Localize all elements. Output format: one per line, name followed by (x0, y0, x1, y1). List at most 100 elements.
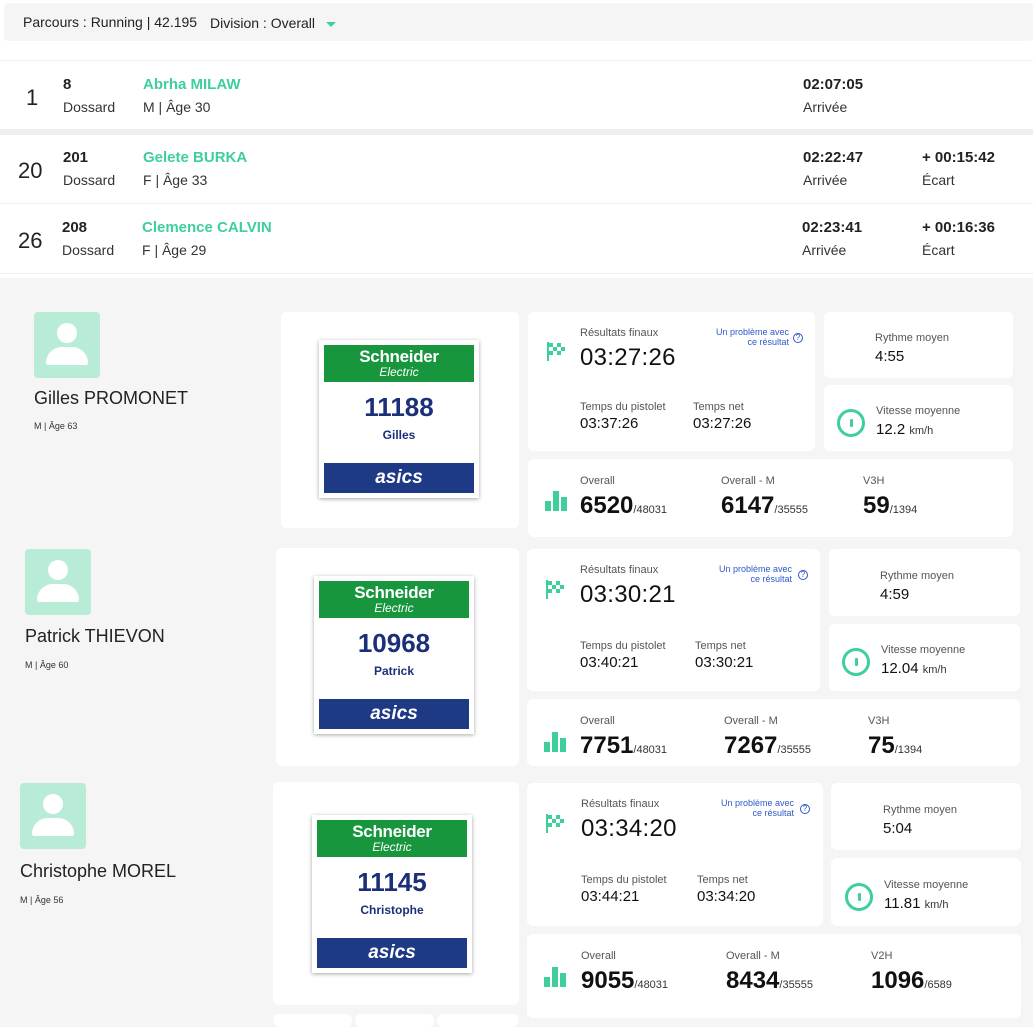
divider (0, 273, 1033, 274)
gender-rank: 6147 (721, 492, 775, 519)
gender-total: /35555 (779, 979, 814, 991)
overall-label: Overall (580, 475, 615, 487)
overall-rank: 9055 (581, 967, 635, 994)
net-time: 03:34:20 (697, 888, 756, 905)
bar-chart-icon (544, 965, 566, 987)
race-bib: Schneider Electric 11188 Gilles asics (319, 340, 479, 498)
gender-rank: 8434 (726, 967, 780, 994)
final-results-label: Résultats finaux (581, 798, 660, 810)
bib-first-name: Patrick (373, 664, 415, 678)
division-label: Division : (210, 15, 267, 31)
division-value: Overall (270, 15, 316, 31)
gap-label: Écart (922, 242, 955, 258)
sponsor-footer: asics (324, 463, 474, 493)
checkered-flag-icon (546, 814, 564, 833)
gender-total: /35555 (777, 744, 812, 756)
gender-total: /35555 (774, 504, 809, 516)
gender-rank: 7267 (724, 732, 778, 759)
gun-time-label: Temps du pistolet (580, 640, 666, 652)
help-icon[interactable]: ? (793, 333, 803, 343)
overall-label: Overall (580, 715, 615, 727)
bar-chart-icon (545, 489, 567, 511)
finish-time: 02:07:05 (803, 76, 864, 93)
gap-label: Écart (922, 172, 955, 188)
speed-value: 11.81 (884, 895, 921, 912)
rankings-card: Overall 9055/48031 Overall - M 8434/3555… (527, 934, 1021, 1018)
division-dropdown[interactable]: Division : Overall (210, 15, 336, 31)
final-results-label: Résultats finaux (580, 327, 659, 339)
checkered-flag-icon (547, 342, 565, 361)
leaderboard-row[interactable]: 26 208 Dossard Clemence CALVIN F | Âge 2… (0, 204, 1033, 273)
speedometer-icon (842, 648, 870, 676)
bib-card: Schneider Electric 11188 Gilles asics (281, 312, 519, 528)
bib-number: 10968 (357, 628, 431, 658)
sponsor-sub: Electric (379, 365, 419, 379)
gun-time: 03:37:26 (580, 415, 639, 432)
pace-label: Rythme moyen (880, 570, 954, 582)
net-time-label: Temps net (697, 874, 748, 886)
report-problem-link[interactable]: Un problème avec ce résultat (716, 798, 794, 818)
report-problem-link[interactable]: Un problème avec ce résultat (711, 327, 789, 347)
runner-name-link[interactable]: Abrha MILAW (143, 76, 241, 93)
pace-card: Rythme moyen 4:59 (829, 549, 1020, 616)
runner-name-link[interactable]: Gelete BURKA (143, 149, 247, 166)
speed-label: Vitesse moyenne (876, 405, 961, 417)
report-problem-link[interactable]: Un problème avec ce résultat (714, 564, 792, 584)
speed-unit: km/h (909, 425, 934, 437)
sponsor-sub: Electric (374, 601, 414, 615)
gun-time: 03:40:21 (580, 654, 639, 671)
net-time: 03:27:26 (693, 415, 752, 432)
sponsor-banner: Schneider Electric (317, 820, 467, 857)
gender-rank-label: Overall - M (724, 715, 778, 727)
finish-time: 02:23:41 (802, 219, 863, 236)
leaderboard-row[interactable]: 20 201 Dossard Gelete BURKA F | Âge 33 0… (0, 135, 1033, 203)
runner-meta: M | Âge 30 (143, 99, 211, 115)
finish-time: 02:22:47 (803, 149, 864, 166)
speed-card: Vitesse moyenne 12.2 km/h (824, 385, 1013, 451)
bib-number: 8 (63, 76, 72, 93)
parcours-filter[interactable]: Parcours : Running | 42.195 (23, 14, 197, 30)
finish-label: Arrivée (803, 99, 848, 115)
category-rank: 59 (863, 492, 890, 519)
category-label: V2H (871, 950, 893, 962)
gender-rank-label: Overall - M (721, 475, 775, 487)
runner-card: Patrick THIEVON M | Âge 60 Schneider Ele… (0, 548, 1033, 766)
bib-label: Dossard (62, 242, 115, 258)
pace-label: Rythme moyen (883, 804, 957, 816)
help-icon[interactable]: ? (798, 570, 808, 580)
sponsor-sub: Electric (372, 840, 412, 854)
avatar (20, 783, 86, 849)
rankings-card: Overall 6520/48031 Overall - M 6147/3555… (528, 459, 1013, 537)
bib-first-name: Gilles (382, 428, 416, 442)
runner-meta: M | Âge 63 (34, 421, 78, 431)
final-results-card: Résultats finaux Un problème avec ce rés… (527, 783, 823, 926)
pace-value: 5:04 (883, 820, 913, 837)
overall-rank: 6520 (580, 492, 634, 519)
bib-label: Dossard (63, 99, 116, 115)
race-bib: Schneider Electric 11145 Christophe asic… (312, 815, 472, 973)
speedometer-icon (837, 409, 865, 437)
speed-unit: km/h (924, 899, 949, 911)
final-time: 03:34:20 (581, 815, 677, 842)
pace-value: 4:59 (880, 586, 910, 603)
category-total: /6589 (924, 979, 952, 991)
speedometer-icon (845, 883, 873, 911)
bib-first-name: Christophe (360, 903, 424, 917)
bar-chart-icon (544, 730, 566, 752)
sponsor-name: Schneider (354, 583, 434, 602)
runner-name-link[interactable]: Clemence CALVIN (142, 219, 272, 236)
help-icon[interactable]: ? (800, 804, 810, 814)
bib-card: Schneider Electric 10968 Patrick asics (276, 548, 519, 766)
sponsor-banner: Schneider Electric (319, 581, 469, 618)
runner-card: Gilles PROMONET M | Âge 63 Schneider Ele… (0, 312, 1033, 537)
partial-card (437, 1014, 519, 1027)
gun-time-label: Temps du pistolet (580, 401, 666, 413)
runner-meta: F | Âge 33 (143, 172, 208, 188)
finish-label: Arrivée (802, 242, 847, 258)
leaderboard-row[interactable]: 1 8 Dossard Abrha MILAW M | Âge 30 02:07… (0, 61, 1033, 129)
sponsor-footer: asics (319, 699, 469, 729)
gun-time: 03:44:21 (581, 888, 640, 905)
final-results-card: Résultats finaux Un problème avec ce rés… (527, 549, 820, 691)
final-time: 03:30:21 (580, 581, 676, 608)
net-time: 03:30:21 (695, 654, 754, 671)
